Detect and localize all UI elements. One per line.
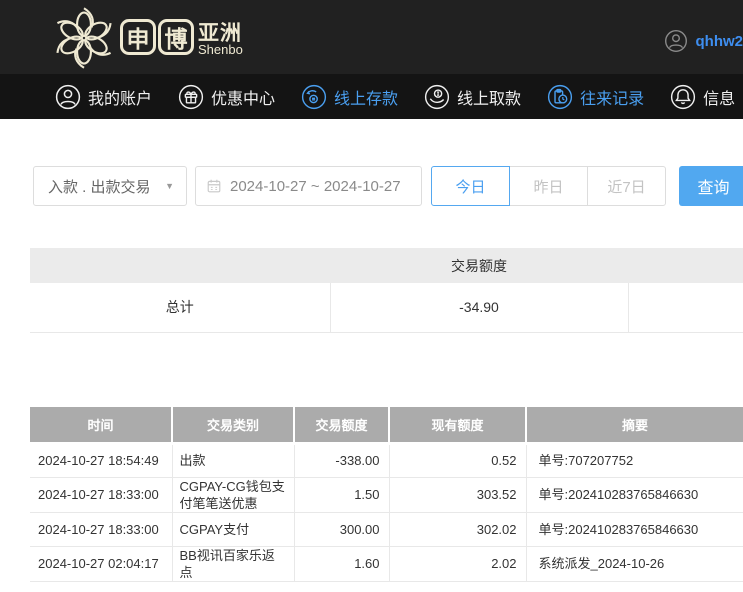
date-range-value: 2024-10-27 ~ 2024-10-27 xyxy=(230,178,401,195)
user-menu[interactable]: qhhw2 xyxy=(664,26,743,56)
col-header-balance: 现有额度 xyxy=(389,407,526,443)
chevron-down-icon: ▼ xyxy=(165,181,174,191)
date-range-picker[interactable]: 2024-10-27 ~ 2024-10-27 xyxy=(195,166,422,206)
col-header-note: 摘要 xyxy=(526,407,743,443)
nav-label: 线上取款 xyxy=(457,85,521,109)
deposit-icon xyxy=(301,84,327,110)
summary-header-spacer xyxy=(30,248,330,283)
cell-time: 2024-10-27 18:33:00 xyxy=(30,477,172,512)
logo-char-shen: 申 xyxy=(120,19,156,55)
summary-total-label: 总计 xyxy=(30,283,330,332)
nav-item-messages[interactable]: 信息 xyxy=(670,84,735,110)
logo-subtitle: Shenbo xyxy=(198,42,243,57)
cell-time: 2024-10-27 02:04:17 xyxy=(30,546,172,581)
nav-label: 信息 xyxy=(703,85,735,109)
promo-icon xyxy=(178,84,204,110)
nav-label: 线上存款 xyxy=(334,85,398,109)
nav-label: 优惠中心 xyxy=(211,85,275,109)
nav-item-online-deposit[interactable]: 线上存款 xyxy=(301,84,398,110)
col-header-time: 时间 xyxy=(30,407,172,443)
cell-balance: 2.02 xyxy=(389,546,526,581)
brand-logo[interactable] xyxy=(50,4,118,77)
last-7-days-button[interactable]: 近7日 xyxy=(587,166,666,206)
nav-item-my-account[interactable]: 我的账户 xyxy=(55,84,152,110)
cell-balance: 0.52 xyxy=(389,443,526,477)
query-button[interactable]: 查询 xyxy=(679,166,743,206)
nav-item-promo-center[interactable]: 优惠中心 xyxy=(178,84,275,110)
cell-note: 单号:202410283765846630 xyxy=(526,512,743,546)
cell-type: CGPAY支付 xyxy=(172,512,294,546)
cell-balance: 302.02 xyxy=(389,512,526,546)
cell-note: 单号:707207752 xyxy=(526,443,743,477)
flower-icon xyxy=(50,4,118,72)
cell-amount: 1.50 xyxy=(294,477,389,512)
bell-icon xyxy=(670,84,696,110)
cell-type: CGPAY-CG钱包支付笔笔送优惠 xyxy=(172,477,294,512)
table-row: 2024-10-27 02:04:17 BB视讯百家乐返点 1.60 2.02 … xyxy=(30,546,743,581)
cell-amount: -338.00 xyxy=(294,443,389,477)
account-icon xyxy=(55,84,81,110)
top-header: 申 博 亚洲 Shenbo qhhw2 xyxy=(0,0,743,74)
withdraw-icon xyxy=(424,84,450,110)
records-icon xyxy=(547,84,573,110)
cell-type: 出款 xyxy=(172,443,294,477)
summary-header-spacer xyxy=(628,248,743,283)
cell-type: BB视讯百家乐返点 xyxy=(172,546,294,581)
cell-note: 系统派发_2024-10-26 xyxy=(526,546,743,581)
main-nav: 我的账户 优惠中心 线上存款 xyxy=(0,74,743,119)
cell-balance: 303.52 xyxy=(389,477,526,512)
col-header-amount: 交易额度 xyxy=(294,407,389,443)
summary-table: 交易额度 总计 -34.90 xyxy=(30,248,743,333)
today-button[interactable]: 今日 xyxy=(431,166,510,206)
transactions-table: 时间 交易类别 交易额度 现有额度 摘要 2024-10-27 18:54:49… xyxy=(30,407,743,582)
summary-empty-cell xyxy=(628,283,743,332)
summary-total-row: 总计 -34.90 xyxy=(30,283,743,332)
summary-total-value: -34.90 xyxy=(330,283,628,332)
cell-note: 单号:202410283765846630 xyxy=(526,477,743,512)
nav-label: 我的账户 xyxy=(88,85,152,109)
yesterday-button[interactable]: 昨日 xyxy=(509,166,588,206)
cell-time: 2024-10-27 18:33:00 xyxy=(30,512,172,546)
logo-char-bo: 博 xyxy=(158,19,194,55)
nav-item-online-withdraw[interactable]: 线上取款 xyxy=(424,84,521,110)
nav-label: 往来记录 xyxy=(580,85,644,109)
username: qhhw2 xyxy=(696,33,743,50)
table-row: 2024-10-27 18:54:49 出款 -338.00 0.52 单号:7… xyxy=(30,443,743,477)
transactions-header-row: 时间 交易类别 交易额度 现有额度 摘要 xyxy=(30,407,743,443)
filter-bar: 入款 . 出款交易 ▼ 2024-10-27 ~ 2024-10-27 今日 昨… xyxy=(0,166,743,206)
cell-time: 2024-10-27 18:54:49 xyxy=(30,443,172,477)
quick-date-buttons: 今日 昨日 近7日 xyxy=(431,166,666,206)
cell-amount: 300.00 xyxy=(294,512,389,546)
user-avatar-icon xyxy=(664,29,688,53)
transaction-type-value: 入款 . 出款交易 xyxy=(48,176,151,197)
table-row: 2024-10-27 18:33:00 CGPAY-CG钱包支付笔笔送优惠 1.… xyxy=(30,477,743,512)
nav-item-transaction-records[interactable]: 往来记录 xyxy=(547,84,644,110)
page: 申 博 亚洲 Shenbo qhhw2 xyxy=(0,0,743,592)
cell-amount: 1.60 xyxy=(294,546,389,581)
calendar-icon xyxy=(206,178,222,194)
transaction-type-select[interactable]: 入款 . 出款交易 ▼ xyxy=(33,166,187,206)
summary-header-label: 交易额度 xyxy=(330,248,628,283)
table-row: 2024-10-27 18:33:00 CGPAY支付 300.00 302.0… xyxy=(30,512,743,546)
col-header-type: 交易类别 xyxy=(172,407,294,443)
summary-header-row: 交易额度 xyxy=(30,248,743,283)
